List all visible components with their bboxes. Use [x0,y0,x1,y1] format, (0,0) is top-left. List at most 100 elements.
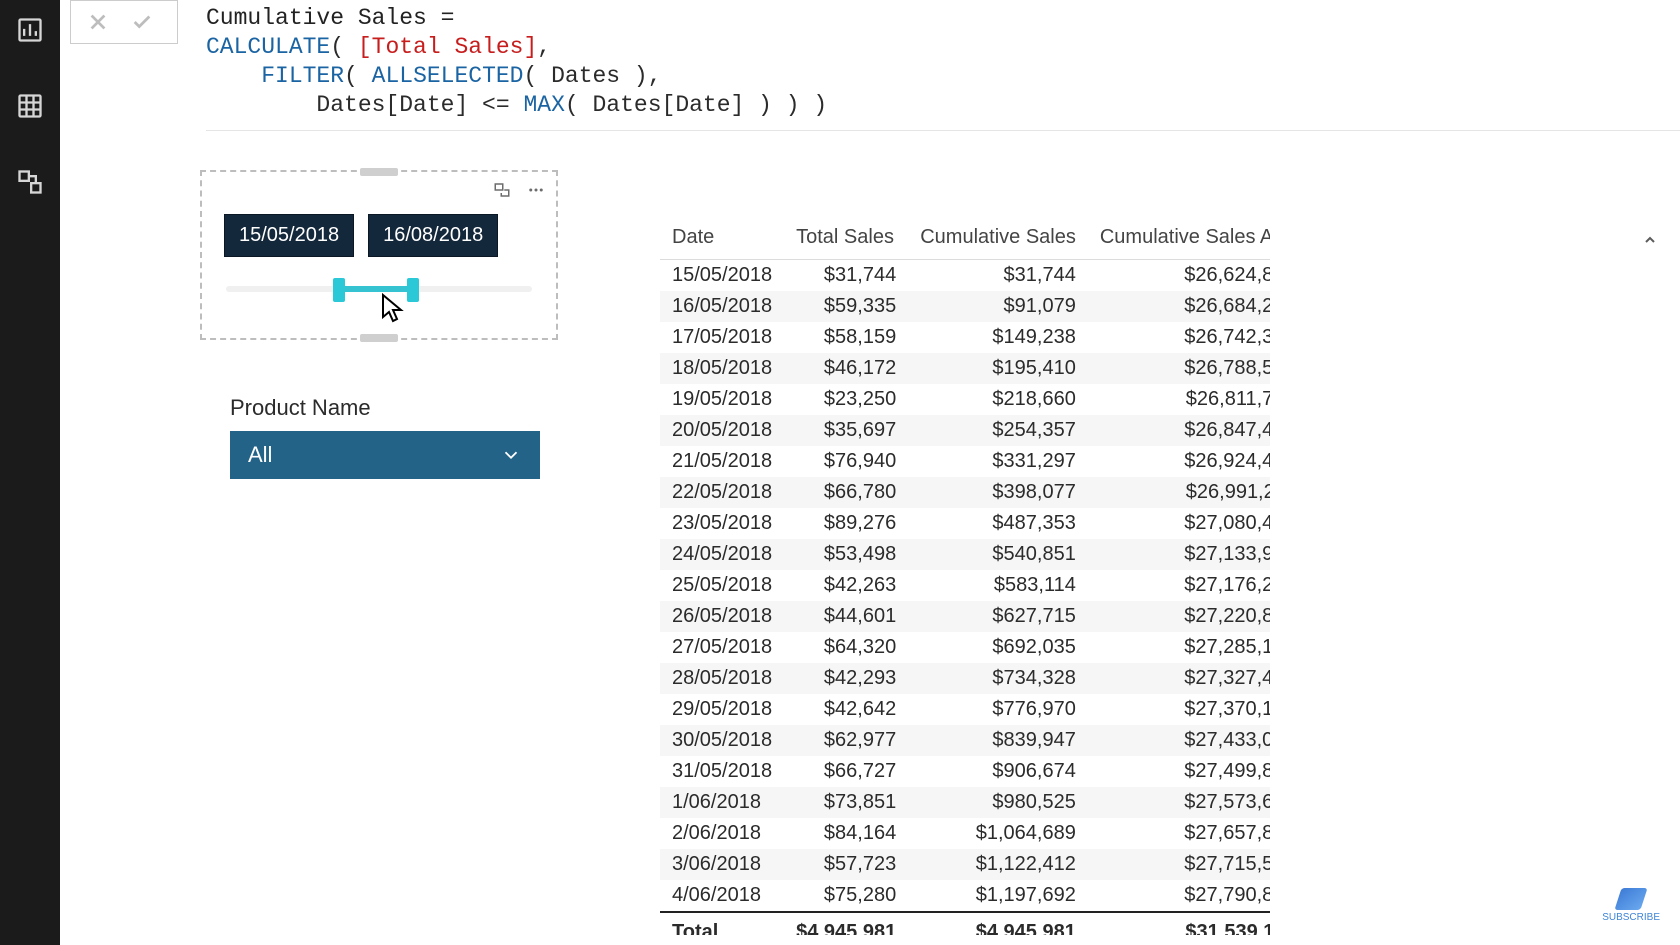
data-view-button[interactable] [10,82,50,130]
product-dropdown-value: All [248,442,272,468]
table-row[interactable]: 30/05/2018$62,977$839,947$27,433,081 [660,725,1270,756]
slicer-resize-handle-bottom[interactable] [360,334,398,342]
cell-cumall: $26,847,491 [1088,415,1270,446]
col-date[interactable]: Date [660,220,784,260]
table-row[interactable]: 22/05/2018$66,780$398,077$26,991,211 [660,477,1270,508]
product-slicer-visual: Product Name All [230,395,540,479]
subscribe-icon [1615,888,1648,910]
cell-total: $76,940 [784,446,908,477]
cell-cumall: $26,991,211 [1088,477,1270,508]
table-row[interactable]: 25/05/2018$42,263$583,114$27,176,248 [660,570,1270,601]
table-row[interactable]: 31/05/2018$66,727$906,674$27,499,808 [660,756,1270,787]
model-view-button[interactable] [10,158,50,206]
cell-cum: $627,715 [908,601,1088,632]
col-cum-sales-all[interactable]: Cumulative Sales ALL [1088,220,1270,260]
cell-cum: $1,122,412 [908,849,1088,880]
date-slider-thumb-start[interactable] [333,278,345,302]
table-row[interactable]: 27/05/2018$64,320$692,035$27,285,169 [660,632,1270,663]
cell-date: 25/05/2018 [660,570,784,601]
table-row[interactable]: 26/05/2018$44,601$627,715$27,220,849 [660,601,1270,632]
cell-date: 1/06/2018 [660,787,784,818]
cell-date: 23/05/2018 [660,508,784,539]
cell-cumall: $27,220,849 [1088,601,1270,632]
scroll-up-button[interactable] [1642,232,1662,252]
cell-cumall: $27,176,248 [1088,570,1270,601]
cell-cumall: $26,788,544 [1088,353,1270,384]
report-view-button[interactable] [10,6,50,54]
table-row[interactable]: 17/05/2018$58,159$149,238$26,742,372 [660,322,1270,353]
tok-filter: FILTER [261,63,344,89]
cell-date: 21/05/2018 [660,446,784,477]
table-row[interactable]: 19/05/2018$23,250$218,660$26,811,794 [660,384,1270,415]
cell-cum: $1,197,692 [908,880,1088,912]
cell-cum: $254,357 [908,415,1088,446]
cell-cumall: $27,573,659 [1088,787,1270,818]
table-row[interactable]: 18/05/2018$46,172$195,410$26,788,544 [660,353,1270,384]
table-row[interactable]: 1/06/2018$73,851$980,525$27,573,659 [660,787,1270,818]
cell-cum: $980,525 [908,787,1088,818]
date-slider-range[interactable] [336,286,409,292]
cell-date: 31/05/2018 [660,756,784,787]
col-cum-sales[interactable]: Cumulative Sales [908,220,1088,260]
subscribe-badge[interactable]: SUBSCRIBE [1602,888,1660,923]
table-row[interactable]: 24/05/2018$53,498$540,851$27,133,985 [660,539,1270,570]
cell-cum: $218,660 [908,384,1088,415]
cell-cum: $91,079 [908,291,1088,322]
tok-measure: [Total Sales] [358,34,537,60]
cell-cumall: $27,715,546 [1088,849,1270,880]
cell-total: $64,320 [784,632,908,663]
col-total-sales[interactable]: Total Sales [784,220,908,260]
cell-cumall: $27,657,823 [1088,818,1270,849]
table-row[interactable]: 20/05/2018$35,697$254,357$26,847,491 [660,415,1270,446]
date-slicer-start[interactable]: 15/05/2018 [224,214,354,257]
view-rail [0,0,60,945]
cell-cumall: $26,742,372 [1088,322,1270,353]
formula-commit-box [70,0,178,44]
table-row[interactable]: 23/05/2018$89,276$487,353$27,080,487 [660,508,1270,539]
product-slicer-label: Product Name [230,395,540,421]
cell-total: $46,172 [784,353,908,384]
date-slider-thumb-end[interactable] [407,278,419,302]
table-row[interactable]: 4/06/2018$75,280$1,197,692$27,790,826 [660,880,1270,912]
formula-commit-button[interactable] [125,5,159,39]
cell-cumall: $27,133,985 [1088,539,1270,570]
tok-max: MAX [523,92,564,118]
cell-total: $66,780 [784,477,908,508]
total-cumall: $31,539,115 [1088,912,1270,935]
cell-date: 18/05/2018 [660,353,784,384]
table-row[interactable]: 3/06/2018$57,723$1,122,412$27,715,546 [660,849,1270,880]
slicer-resize-handle-top[interactable] [360,168,398,176]
cell-cumall: $27,499,808 [1088,756,1270,787]
cell-date: 24/05/2018 [660,539,784,570]
table-row[interactable]: 2/06/2018$84,164$1,064,689$27,657,823 [660,818,1270,849]
more-options-icon[interactable] [522,178,550,202]
cell-date: 4/06/2018 [660,880,784,912]
cell-date: 15/05/2018 [660,260,784,292]
cumulative-sales-table: Date Total Sales Cumulative Sales Cumula… [660,220,1270,935]
cell-total: $23,250 [784,384,908,415]
cell-date: 29/05/2018 [660,694,784,725]
product-dropdown[interactable]: All [230,431,540,479]
table-row[interactable]: 21/05/2018$76,940$331,297$26,924,431 [660,446,1270,477]
cell-cum: $31,744 [908,260,1088,292]
focus-mode-icon[interactable] [488,178,516,202]
table-row[interactable]: 15/05/2018$31,744$31,744$26,624,878 [660,260,1270,292]
cell-total: $42,642 [784,694,908,725]
cell-total: $66,727 [784,756,908,787]
table-row[interactable]: 16/05/2018$59,335$91,079$26,684,213 [660,291,1270,322]
cell-total: $31,744 [784,260,908,292]
date-slider-track[interactable] [226,286,532,292]
table-row[interactable]: 29/05/2018$42,642$776,970$27,370,104 [660,694,1270,725]
dax-formula-bar[interactable]: Cumulative Sales = CALCULATE( [Total Sal… [206,4,1680,131]
table-header-row: Date Total Sales Cumulative Sales Cumula… [660,220,1270,260]
date-slicer-visual[interactable]: 15/05/2018 16/08/2018 [200,170,558,340]
cell-total: $44,601 [784,601,908,632]
cell-total: $84,164 [784,818,908,849]
cell-total: $57,723 [784,849,908,880]
formula-cancel-button[interactable] [81,5,115,39]
table-row[interactable]: 28/05/2018$42,293$734,328$27,327,462 [660,663,1270,694]
cell-cumall: $26,684,213 [1088,291,1270,322]
table-total-row: Total $4,945,981 $4,945,981 $31,539,115 [660,912,1270,935]
tok-dates-col2: Dates[Date] [593,92,745,118]
date-slicer-end[interactable]: 16/08/2018 [368,214,498,257]
